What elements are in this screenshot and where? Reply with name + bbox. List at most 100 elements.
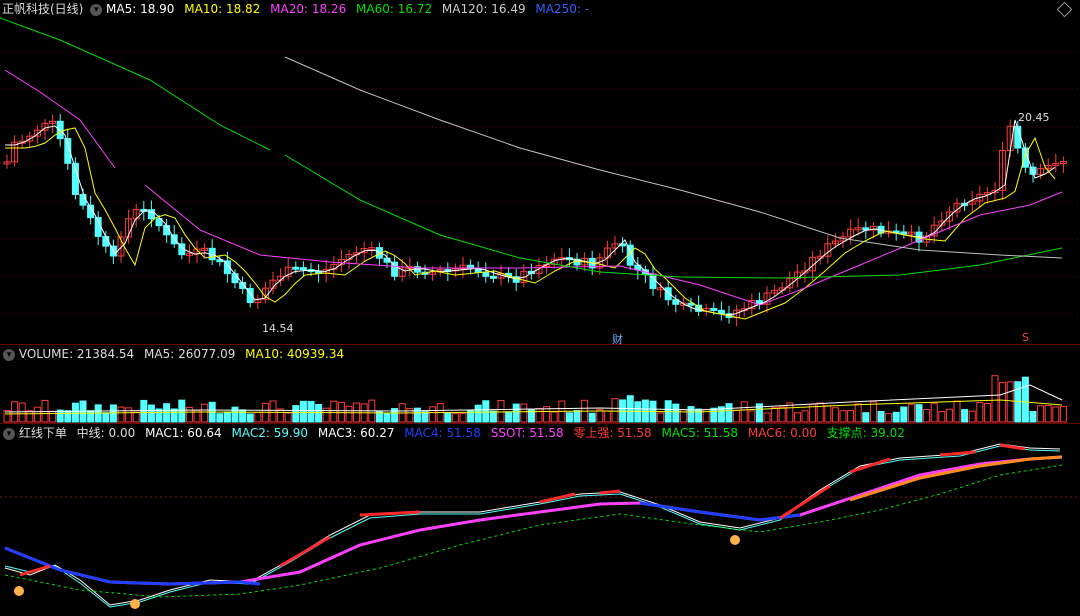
volume-bar [307,400,315,423]
volume-bar [497,399,505,423]
volume-bar [793,412,801,423]
volume-bar [429,406,437,423]
support-line [4,464,1063,598]
volume-bar [748,410,756,423]
volume-bar [999,381,1007,423]
volume-bar [330,400,338,423]
volume-bar [239,409,247,423]
volume-bar [740,401,748,423]
volume-bar [147,404,155,423]
finance-marker[interactable]: 财 [612,331,623,347]
hand-marker-icon [130,599,140,609]
hand-marker-icon [14,586,24,596]
volume-bar [535,408,543,423]
volume-bar [854,403,862,423]
volume-bar [945,408,953,423]
stock-chart[interactable] [0,0,1080,616]
mac-red-segment [599,489,621,495]
volume-bar [839,410,847,423]
candle-body [482,271,490,277]
volume-bar [284,412,292,423]
volume-bar [596,409,604,423]
volume-bar [64,410,72,423]
volume-bar [170,408,178,423]
volume-bar [18,402,26,423]
volume-bar [315,404,323,423]
volume-bar [695,408,703,423]
volume-bar [923,408,931,423]
volume-bar [778,406,786,423]
candle-body [299,267,307,271]
candle-body [717,309,725,315]
volume-bar [1059,406,1067,423]
volume-bar [588,412,596,423]
volume-bar [292,405,300,423]
volume-bar [246,413,254,423]
candle-body [231,273,239,284]
candle-body [391,261,399,277]
candle-body [56,120,64,140]
volume-bar [201,403,209,423]
volume-bar [801,410,809,423]
volume-bar [49,410,57,423]
volume-bar [991,375,999,423]
candle-body [489,275,497,279]
volume-bar [763,412,771,423]
volume-bar [444,412,452,423]
high-price-label: 20.45 [1018,111,1050,124]
s-marker[interactable]: S [1022,331,1029,344]
volume-bar [824,405,832,423]
volume-bar [687,406,695,423]
volume-bar [771,407,779,423]
volume-bar [33,406,41,423]
volume-bar [512,403,520,423]
volume-bar [223,411,231,423]
candle-body [710,307,718,311]
ma120-line [284,56,1063,259]
volume-bar [87,410,95,423]
volume-bar [337,401,345,423]
volume-bar [117,406,125,423]
ma60-line-2 [284,154,1063,279]
volume-bar [125,407,133,423]
volume-bar [573,410,581,423]
mac-red-segment [999,443,1026,451]
volume-bar [885,413,893,423]
volume-bar [1021,376,1029,423]
volume-bar [938,411,946,423]
volume-bar [672,403,680,423]
volume-bar [109,404,117,423]
volume-bar [550,411,558,423]
mac-red-segment [939,450,976,457]
volume-bar [1052,406,1060,423]
volume-bar [915,404,923,423]
volume-bar [565,412,573,423]
volume-bar [968,410,976,423]
volume-bar [277,408,285,423]
volume-bar [489,410,497,423]
volume-bar [505,411,513,423]
volume-bar [786,402,794,423]
volume-bar [907,403,915,423]
volume-bar [459,413,467,423]
volume-bar [603,410,611,423]
volume-bar [611,398,619,423]
ma20-line-2 [144,184,1063,306]
volume-bar [299,400,307,423]
hand-marker-icon [730,535,740,545]
mac1-line [4,443,1061,606]
ma5-line [5,119,1056,316]
volume-bar [269,400,277,423]
volume-bar [231,406,239,423]
volume-bar [178,399,186,423]
volume-bar [847,410,855,423]
volume-bar [1029,411,1037,423]
candle-body [900,231,908,235]
volume-bar [71,402,79,423]
volume-bar [26,410,34,423]
volume-bar [474,404,482,423]
volume-bar [976,402,984,423]
volume-bar [733,409,741,423]
mac-hidden-line [4,455,1063,586]
volume-bar [520,403,528,423]
